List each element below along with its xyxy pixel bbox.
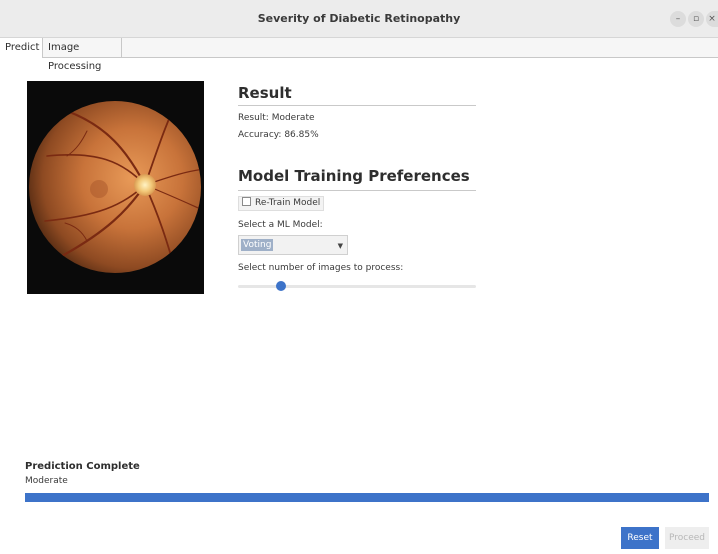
progress-fill [25,493,709,502]
reset-button[interactable]: Reset [621,527,659,549]
images-slider-label: Select number of images to process: [238,263,404,273]
model-select-value: Voting [241,239,274,251]
proceed-button[interactable]: Proceed [665,527,709,549]
model-select-label: Select a ML Model: [238,220,323,230]
checkbox-icon[interactable] [242,197,251,206]
minimize-button[interactable]: – [670,11,686,27]
tab-predict[interactable]: Predict [0,38,43,58]
preferences-divider [238,190,476,191]
retrain-checkbox[interactable]: Re-Train Model [238,196,325,211]
maximize-button[interactable]: ▫ [688,11,704,27]
retrain-label: Re-Train Model [255,198,321,208]
result-text: Result: Moderate [238,113,315,123]
status-value: Moderate [25,476,68,486]
model-select[interactable]: Voting ▼ [238,235,348,255]
status-title: Prediction Complete [25,461,140,472]
title-bar: Severity of Diabetic Retinopathy – ▫ × [0,0,718,38]
tab-image-processing[interactable]: Image Processing [43,38,122,72]
images-slider-handle[interactable] [275,281,286,291]
retina-fundus-icon [29,101,201,273]
tab-bar: Predict Image Processing [0,38,718,72]
retina-fundus-image [27,81,204,294]
images-slider-track[interactable] [238,285,476,288]
window-title: Severity of Diabetic Retinopathy [257,12,461,25]
accuracy-text: Accuracy: 86.85% [238,130,319,140]
close-button[interactable]: × [706,11,718,27]
dropdown-arrow-icon: ▼ [337,242,343,250]
result-heading: Result [238,84,292,102]
preferences-heading: Model Training Preferences [238,167,470,185]
result-divider [238,105,476,106]
progress-bar [25,493,709,502]
